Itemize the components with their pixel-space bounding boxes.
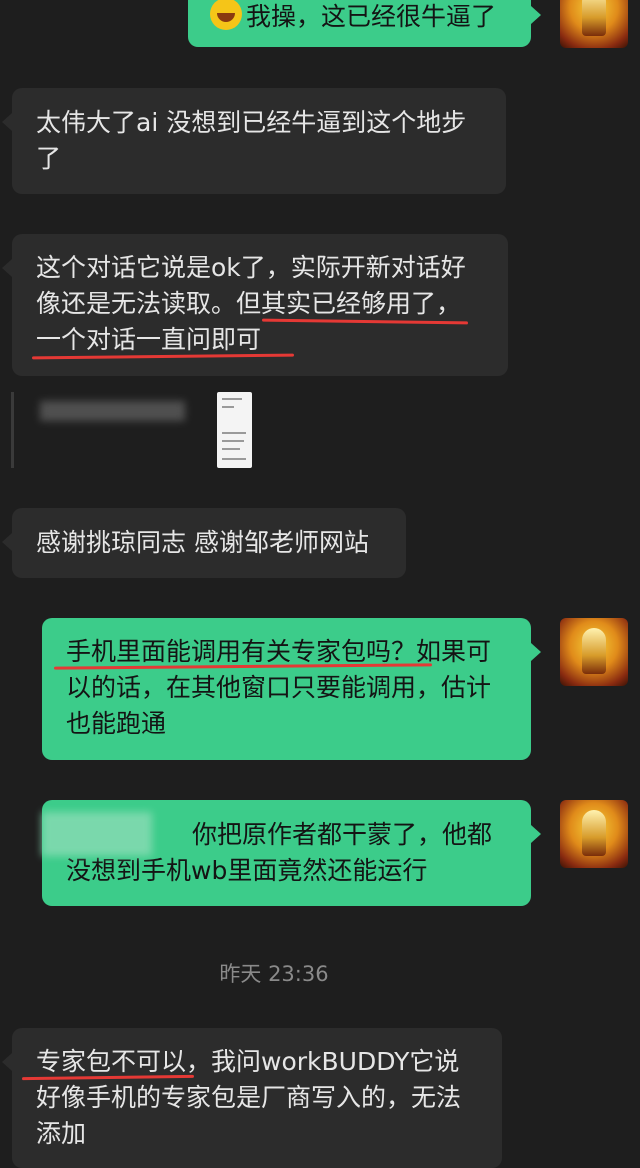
message-bubble-outgoing[interactable]: 我操，这已经很牛逼了 xyxy=(188,0,531,47)
laughing-emoji-icon xyxy=(210,0,242,30)
bubble-tail xyxy=(2,259,12,277)
message-text: 感谢挑琼同志 感谢邹老师网站 xyxy=(36,528,369,557)
left-marker xyxy=(11,392,14,468)
message-bubble-incoming[interactable]: 太伟大了ai 没想到已经牛逼到这个地步了 xyxy=(12,88,506,194)
screenshot-thumbnail[interactable] xyxy=(217,392,252,468)
avatar[interactable] xyxy=(560,0,628,48)
thumbnail-line xyxy=(222,448,240,450)
avatar[interactable] xyxy=(560,618,628,686)
avatar-figure xyxy=(582,810,606,856)
message-text: 这个对话它说是ok了，实际开新对话好像还是无法读取。但其实已经够用了，一个对话一… xyxy=(36,253,466,354)
message-bubble-incoming[interactable]: 感谢挑琼同志 感谢邹老师网站 xyxy=(12,508,406,578)
bubble-tail xyxy=(531,643,541,661)
thumbnail-line xyxy=(222,458,246,460)
message-text: 太伟大了ai 没想到已经牛逼到这个地步了 xyxy=(36,108,467,173)
thumbnail-line xyxy=(222,406,234,408)
bubble-tail xyxy=(531,6,541,24)
message-text: 专家包不可以，我问workBUDDY它说好像手机的专家包是厂商写入的，无法添加 xyxy=(36,1047,462,1148)
bubble-tail xyxy=(2,113,12,131)
avatar[interactable] xyxy=(560,800,628,868)
message-bubble-outgoing[interactable]: 手机里面能调用有关专家包吗？如果可以的话，在其他窗口只要能调用，估计也能跑通 xyxy=(42,618,531,760)
message-bubble-incoming[interactable]: 专家包不可以，我问workBUDDY它说好像手机的专家包是厂商写入的，无法添加 xyxy=(12,1028,502,1168)
bubble-tail xyxy=(2,1053,12,1071)
message-text: 我操，这已经很牛逼了 xyxy=(246,2,497,31)
timestamp: 昨天 23:36 xyxy=(219,962,329,986)
avatar-figure xyxy=(582,628,606,674)
thumbnail-line xyxy=(222,398,242,400)
message-text: 手机里面能调用有关专家包吗？如果可以的话，在其他窗口只要能调用，估计也能跑通 xyxy=(66,637,492,738)
thumbnail-line xyxy=(222,432,246,434)
avatar-figure xyxy=(582,0,606,36)
bubble-tail xyxy=(531,825,541,843)
bubble-tail xyxy=(2,533,12,551)
redacted-mention xyxy=(42,812,152,856)
thumbnail-line xyxy=(222,440,244,442)
redacted-name xyxy=(40,401,185,421)
